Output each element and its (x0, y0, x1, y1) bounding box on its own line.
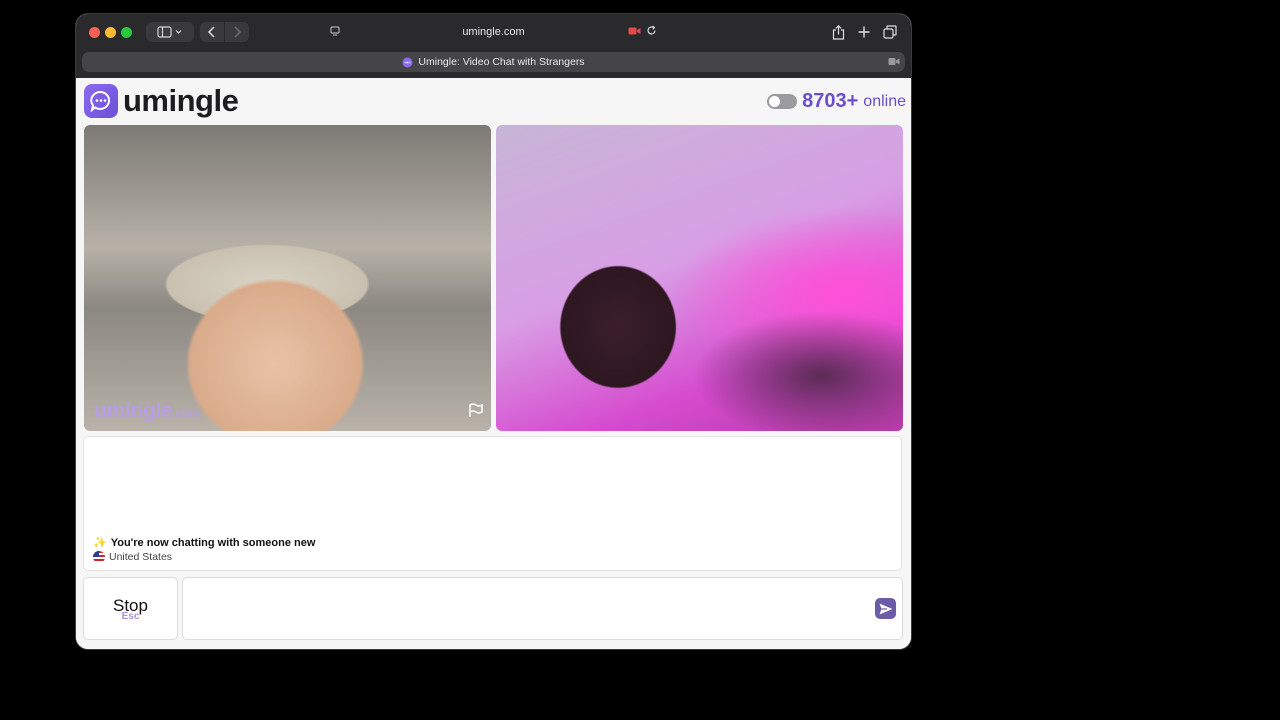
stop-shortcut-label: Esc (121, 611, 140, 622)
tab-title: Umingle: Video Chat with Strangers (418, 56, 585, 68)
online-status: 8703+ online (767, 90, 906, 113)
remote-video (496, 125, 903, 431)
share-icon (832, 24, 844, 40)
partner-country-label: United States (109, 551, 173, 563)
local-video: umingle.com (84, 125, 491, 431)
tab-camera-icon (888, 58, 900, 65)
chat-bubble-icon (84, 84, 118, 118)
system-message-text: You're now chatting with someone new (110, 536, 316, 549)
tab-active[interactable]: Umingle: Video Chat with Strangers (82, 52, 905, 72)
chevron-right-icon (234, 26, 242, 38)
partner-country: United States (93, 551, 172, 563)
theme-toggle[interactable] (767, 94, 798, 109)
send-button[interactable] (875, 598, 896, 619)
chevron-left-icon (207, 26, 215, 38)
sidebar-toggle-button[interactable] (146, 22, 194, 42)
browser-window: umingle.com Umingle: Video Chat with Str… (76, 14, 911, 649)
share-button[interactable] (828, 22, 848, 42)
minimize-window-button[interactable] (105, 27, 116, 38)
tab-overview-button[interactable] (880, 22, 900, 42)
address-bar[interactable]: umingle.com (324, 21, 663, 43)
reload-icon[interactable] (646, 25, 657, 36)
close-window-button[interactable] (89, 27, 100, 38)
us-flag-icon (93, 551, 105, 563)
system-message: ✨ You're now chatting with someone new (93, 536, 316, 550)
site-favicon-icon (402, 57, 413, 67)
plus-icon (858, 26, 870, 38)
online-count: 8703+ (802, 90, 859, 112)
sidebar-icon (157, 26, 182, 38)
site-logo[interactable]: umingle (84, 83, 239, 119)
logo-text: umingle (123, 83, 239, 118)
forward-button[interactable] (225, 22, 249, 42)
report-flag-icon[interactable] (468, 403, 484, 423)
online-label: online (863, 92, 906, 110)
send-icon (879, 603, 892, 614)
tab-overview-icon (883, 25, 897, 39)
browser-toolbar: umingle.com Umingle: Video Chat with Str… (76, 14, 911, 78)
page-content: umingle 8703+ online umingle.com ✨ You'r… (76, 78, 911, 649)
video-watermark: umingle.com (94, 399, 200, 422)
back-button[interactable] (200, 22, 224, 42)
sparkles-icon: ✨ (93, 537, 107, 549)
new-tab-button[interactable] (854, 22, 874, 42)
address-url: umingle.com (462, 26, 525, 38)
camera-in-use-icon[interactable] (628, 26, 641, 36)
chat-log: ✨ You're now chatting with someone new U… (84, 437, 901, 570)
message-input[interactable] (183, 578, 902, 639)
stop-button[interactable]: Stop Esc (84, 578, 177, 639)
zoom-window-button[interactable] (121, 27, 132, 38)
page-settings-icon[interactable] (329, 25, 341, 40)
